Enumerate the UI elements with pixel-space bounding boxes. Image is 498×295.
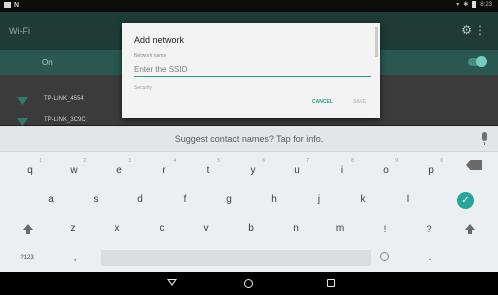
key-question[interactable]: ? [416, 216, 442, 242]
key-q[interactable]: q1 [17, 158, 43, 184]
key-hint: 4 [173, 158, 176, 164]
mic-icon[interactable] [482, 132, 487, 145]
key-label: y [250, 165, 256, 176]
status-right-icons: ▾ ✱ 8:23 [456, 1, 492, 8]
key-i[interactable]: i8 [329, 158, 355, 184]
key-e[interactable]: e3 [106, 158, 132, 184]
key-z[interactable]: z [60, 216, 86, 242]
key-hint: 0 [440, 158, 443, 164]
network-name-label: Network name [134, 53, 167, 59]
wifi-toggle-label: On [42, 58, 53, 67]
key-hint: 9 [395, 158, 398, 164]
status-left-icons: N [4, 2, 19, 10]
enter-button[interactable]: ✓ [457, 192, 474, 209]
save-button[interactable]: SAVE [353, 99, 366, 105]
key-f[interactable]: f [172, 187, 198, 213]
ssid-input[interactable] [134, 63, 371, 77]
shift-left-icon[interactable] [23, 224, 33, 234]
wifi-toggle-switch[interactable] [468, 56, 487, 67]
wifi-status-icon: ▾ [456, 2, 460, 8]
space-bar[interactable] [101, 250, 371, 266]
key-label: e [116, 165, 122, 176]
navigation-bar [0, 272, 498, 295]
security-label: Security [134, 85, 153, 91]
key-hint: 5 [217, 158, 220, 164]
key-g[interactable]: g [216, 187, 242, 213]
dialog-scrollbar[interactable] [375, 27, 378, 57]
key-c[interactable]: c [149, 216, 175, 242]
notification-icon [4, 2, 11, 8]
key-r[interactable]: r4 [151, 158, 177, 184]
back-icon[interactable] [167, 279, 177, 286]
key-t[interactable]: t5 [195, 158, 221, 184]
key-label: o [383, 165, 389, 176]
bluetooth-icon: ✱ [463, 2, 469, 8]
suggestion-strip[interactable]: Suggest contact names? Tap for info. [0, 126, 498, 152]
key-p[interactable]: p0 [418, 158, 444, 184]
key-hint: 7 [306, 158, 309, 164]
key-a[interactable]: a [38, 187, 64, 213]
status-bar: N ▾ ✱ 8:23 [0, 0, 498, 12]
cancel-button[interactable]: CANCEL [312, 99, 333, 105]
key-l[interactable]: l [395, 187, 421, 213]
key-h[interactable]: h [261, 187, 287, 213]
key-exclamation[interactable]: ! [372, 216, 398, 242]
add-network-dialog: Add network Network name Security CANCEL… [122, 23, 380, 118]
key-d[interactable]: d [127, 187, 153, 213]
key-m[interactable]: m [327, 216, 353, 242]
shift-right-icon[interactable] [465, 224, 475, 234]
key-label: q [27, 165, 33, 176]
recent-apps-icon[interactable] [327, 279, 335, 287]
key-k[interactable]: k [350, 187, 376, 213]
nfc-icon: N [14, 2, 20, 9]
key-x[interactable]: x [104, 216, 130, 242]
wifi-signal-icon [17, 118, 28, 126]
toggle-knob [476, 56, 487, 67]
key-hint: 2 [83, 158, 86, 164]
key-s[interactable]: s [83, 187, 109, 213]
page-title: Wi-Fi [9, 26, 30, 36]
key-hint: 3 [128, 158, 131, 164]
key-j[interactable]: j [306, 187, 332, 213]
key-label: t [206, 165, 210, 176]
network-name: TP-LINK_3C9C [44, 117, 86, 123]
key-b[interactable]: b [238, 216, 264, 242]
key-label: r [162, 165, 166, 176]
wifi-signal-icon [17, 97, 28, 105]
key-label: p [428, 165, 434, 176]
key-o[interactable]: o9 [373, 158, 399, 184]
key-hint: 6 [262, 158, 265, 164]
key-u[interactable]: u7 [284, 158, 310, 184]
key-hint: 8 [351, 158, 354, 164]
suggestion-text[interactable]: Suggest contact names? Tap for info. [0, 134, 498, 144]
key-v[interactable]: v [193, 216, 219, 242]
key-hint: 1 [39, 158, 42, 164]
more-options-icon[interactable]: ⋮ [474, 23, 486, 37]
key-w[interactable]: w2 [61, 158, 87, 184]
key-period[interactable]: . [417, 245, 443, 271]
dialog-title: Add network [134, 35, 185, 45]
clock: 8:23 [480, 1, 492, 8]
key-label: u [294, 165, 300, 176]
key-n[interactable]: n [283, 216, 309, 242]
battery-icon [472, 1, 477, 8]
key-comma[interactable]: , [62, 245, 88, 271]
key-label: i [340, 165, 344, 176]
gear-icon[interactable]: ⚙ [461, 23, 472, 37]
symbols-key[interactable]: ?123 [14, 245, 40, 271]
key-label: w [70, 165, 78, 176]
network-name: TP-LINK_4554 [44, 96, 84, 102]
emoji-icon[interactable] [380, 252, 389, 261]
key-y[interactable]: y6 [240, 158, 266, 184]
home-icon[interactable] [244, 279, 253, 288]
